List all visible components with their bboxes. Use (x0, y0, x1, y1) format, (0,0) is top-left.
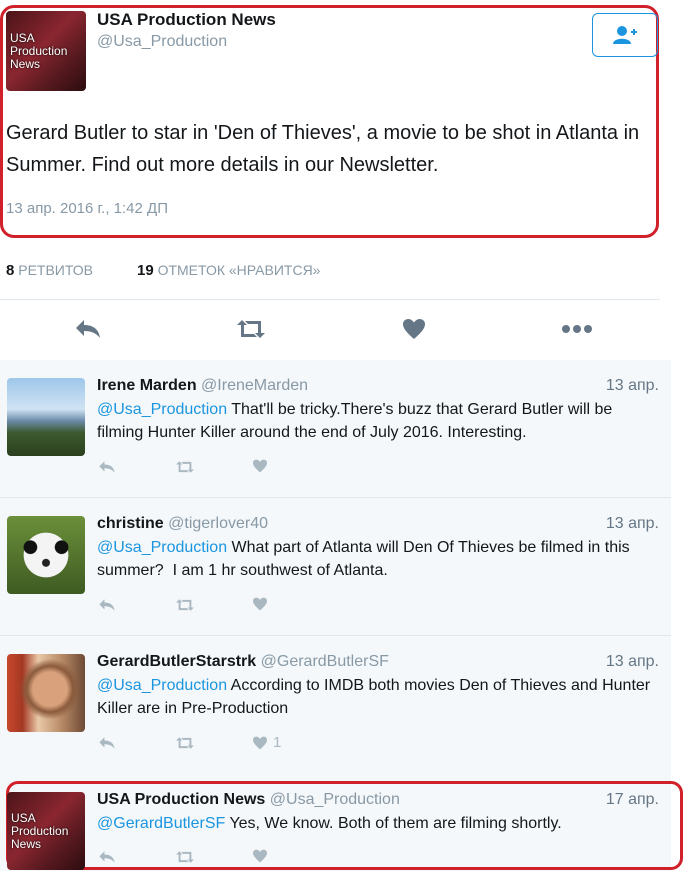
reply-icon[interactable] (74, 318, 102, 340)
avatar-text-line: Production (11, 823, 69, 838)
retweet-icon[interactable] (234, 318, 268, 340)
reply-text: @Usa_Production According to IMDB both m… (97, 674, 657, 720)
reply-avatar[interactable]: USA Production News (7, 792, 85, 870)
retweets-count: 8 (6, 262, 15, 279)
like-action[interactable] (252, 849, 272, 863)
reply-date[interactable]: 17 апр. (606, 791, 659, 809)
more-icon[interactable] (561, 324, 593, 334)
reply-mention[interactable]: @Usa_Production (97, 677, 227, 694)
reply-author-name[interactable]: christine (97, 515, 164, 532)
main-author-handle[interactable]: @Usa_Production (97, 33, 227, 51)
avatar-text-line: Production (10, 43, 68, 58)
retweets-stat[interactable]: 8 РЕТВИТОВ (6, 262, 93, 279)
retweets-label: РЕТВИТОВ (18, 262, 94, 278)
like-action[interactable] (252, 597, 272, 611)
reply-text: @Usa_Production What part of Atlanta wil… (97, 536, 657, 582)
follow-button[interactable] (592, 13, 658, 57)
like-action[interactable] (252, 459, 272, 473)
heart-icon (253, 849, 267, 863)
reply-avatar[interactable] (7, 378, 85, 456)
reply-icon[interactable] (98, 460, 116, 474)
reply-body: Yes, We know. Both of them are filming s… (225, 815, 562, 832)
likes-label: ОТМЕТОК «НРАВИТСЯ» (157, 262, 321, 278)
reply-author-name[interactable]: Irene Marden (97, 377, 197, 394)
reply-mention[interactable]: @GerardButlerSF (97, 815, 225, 832)
reply-tweet[interactable]: USA Production News USA Production News … (0, 774, 671, 871)
reply-mention[interactable]: @Usa_Production (97, 539, 227, 556)
reply-author-handle[interactable]: @Usa_Production (270, 791, 400, 808)
retweet-icon[interactable] (174, 598, 196, 612)
reply-author-name[interactable]: GerardButlerStarstrk (97, 653, 256, 670)
heart-icon[interactable] (402, 318, 426, 340)
like-count: 1 (273, 734, 282, 751)
heart-icon (253, 459, 267, 473)
reply-avatar[interactable] (7, 516, 85, 594)
reply-avatar[interactable] (7, 654, 85, 732)
reply-header: GerardButlerStarstrk @GerardButlerSF (97, 653, 389, 671)
reply-date[interactable]: 13 апр. (606, 377, 659, 395)
reply-icon[interactable] (98, 736, 116, 750)
retweet-icon[interactable] (174, 460, 196, 474)
reply-icon[interactable] (98, 598, 116, 612)
avatar-text-line: USA (10, 30, 35, 45)
reply-tweet[interactable]: christine @tigerlover40 13 апр. @Usa_Pro… (0, 498, 671, 635)
reply-text: @Usa_Production That'll be tricky.There'… (97, 398, 657, 444)
retweet-icon[interactable] (174, 850, 196, 864)
reply-date[interactable]: 13 апр. (606, 653, 659, 671)
add-user-icon (613, 26, 637, 44)
reply-author-handle[interactable]: @GerardButlerSF (261, 653, 389, 670)
reply-tweet[interactable]: GerardButlerStarstrk @GerardButlerSF 13 … (0, 636, 671, 773)
avatar-text-line: USA (11, 810, 36, 825)
reply-author-handle[interactable]: @tigerlover40 (168, 515, 268, 532)
likes-stat[interactable]: 19 ОТМЕТОК «НРАВИТСЯ» (137, 262, 320, 279)
reply-author-handle[interactable]: @IreneMarden (201, 377, 308, 394)
reply-author-name[interactable]: USA Production News (97, 791, 265, 808)
reply-mention[interactable]: @Usa_Production (97, 401, 227, 418)
reply-tweet[interactable]: Irene Marden @IreneMarden 13 апр. @Usa_P… (0, 360, 671, 497)
avatar-text-line: News (11, 836, 42, 851)
reply-header: christine @tigerlover40 (97, 515, 268, 533)
main-tweet-text: Gerard Butler to star in 'Den of Thieves… (6, 122, 640, 176)
heart-icon (253, 597, 267, 611)
avatar-text-line: News (10, 56, 41, 71)
reply-icon[interactable] (98, 850, 116, 864)
main-tweet-timestamp[interactable]: 13 апр. 2016 г., 1:42 ДП (6, 200, 168, 217)
likes-count: 19 (137, 262, 154, 279)
divider (0, 299, 660, 300)
retweet-icon[interactable] (174, 736, 196, 750)
main-author-name[interactable]: USA Production News (97, 10, 276, 30)
main-author-avatar[interactable]: USA Production News (6, 11, 86, 91)
heart-icon (253, 736, 267, 749)
like-action[interactable]: 1 (252, 734, 281, 751)
reply-header: Irene Marden @IreneMarden (97, 377, 308, 395)
reply-header: USA Production News @Usa_Production (97, 791, 400, 809)
reply-date[interactable]: 13 апр. (606, 515, 659, 533)
reply-text: @GerardButlerSF Yes, We know. Both of th… (97, 812, 657, 835)
